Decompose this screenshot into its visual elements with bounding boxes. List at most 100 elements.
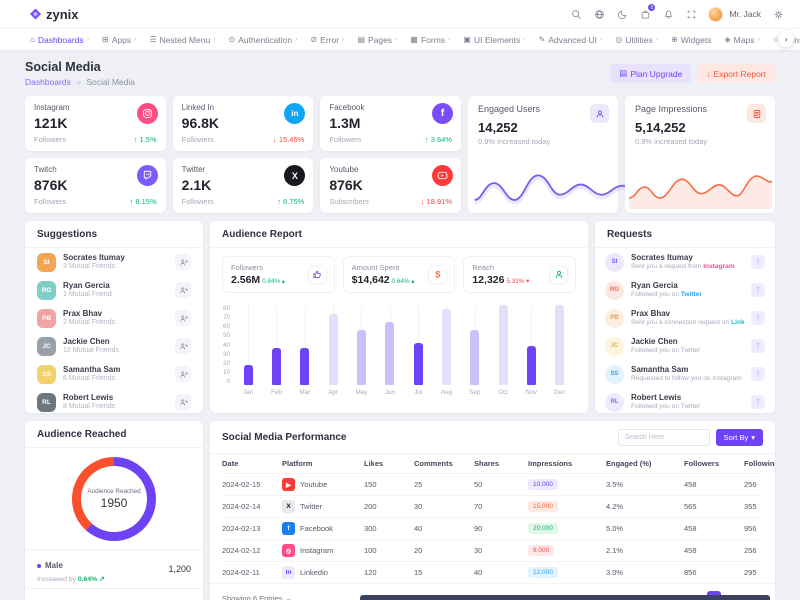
x-axis-label: Nov (517, 389, 545, 396)
platform-highlight[interactable]: LinkedIn (731, 319, 744, 326)
bar-oct[interactable] (499, 305, 508, 385)
more-options-button[interactable]: ⋮ (751, 367, 765, 381)
engaged-users-subtitle: 0.9% increased today (478, 137, 608, 146)
add-friend-button[interactable] (175, 310, 191, 326)
nav-item-error[interactable]: ⊘ Error › (310, 35, 344, 45)
column-header[interactable]: Likes (364, 459, 414, 468)
chevron-right-icon: › (87, 36, 89, 43)
app-logo[interactable]: zynix (30, 7, 79, 22)
authentication-icon: ⊙ (229, 36, 236, 44)
column-header[interactable]: Following (744, 459, 775, 468)
column-header[interactable]: Comments (414, 459, 474, 468)
fullscreen-icon[interactable] (685, 8, 697, 20)
y-axis-tick: 10 (220, 369, 230, 376)
column-header[interactable]: Engaged (%) (606, 459, 684, 468)
nav-item-widgets[interactable]: ⊕ Widgets (671, 35, 711, 45)
bar-may[interactable] (357, 330, 366, 385)
suggestion-row: SS Samantha Sam 6 Mutual Friends (25, 360, 203, 388)
legend-row-female: Female Decreased by 2.75% ↘ 750 (25, 588, 203, 600)
add-friend-button[interactable] (175, 366, 191, 382)
nav-scroll-right-icon[interactable]: › (778, 31, 794, 47)
bar-jan[interactable] (244, 365, 253, 385)
avatar: SS (37, 365, 56, 384)
bar-mar[interactable] (300, 348, 309, 385)
bar-dec[interactable] (555, 305, 564, 385)
bar-slot (234, 305, 262, 385)
add-friend-button[interactable] (175, 254, 191, 270)
utilities-icon: ◎ (615, 36, 622, 44)
request-row: SS Samantha Sam Requested to follow you … (595, 360, 775, 388)
search-icon[interactable] (570, 8, 582, 20)
table-row[interactable]: 2024-02-15 ▶Youtube 150 25 50 10,000 3.5… (222, 473, 763, 495)
more-options-button[interactable]: ⋮ (751, 339, 765, 353)
bar-aug[interactable] (442, 309, 451, 385)
nav-item-utilities[interactable]: ◎ Utilities › (615, 35, 658, 45)
column-header[interactable]: Impressions (528, 459, 606, 468)
add-friend-button[interactable] (175, 282, 191, 298)
bar-slot (489, 305, 517, 385)
sort-by-button[interactable]: Sort By▾ (716, 429, 763, 446)
bar-apr[interactable] (329, 314, 338, 385)
nav-item-advanced-ui[interactable]: ✎ Advanced UI › (539, 35, 603, 45)
nav-item-apps[interactable]: ⊞ Apps › (102, 35, 136, 45)
more-options-button[interactable]: ⋮ (751, 283, 765, 297)
more-options-button[interactable]: ⋮ (751, 395, 765, 409)
nav-item-ui-elements[interactable]: ▣ UI Elements › (463, 35, 525, 45)
table-row[interactable]: 2024-02-14 XTwitter 200 30 70 15,000 4.2… (222, 495, 763, 517)
user-icon (549, 265, 568, 284)
bar-sep[interactable] (470, 330, 479, 385)
nav-item-dashboards[interactable]: ⌂ Dashboards › (30, 35, 89, 45)
nav-item-forms[interactable]: ▦ Forms › (410, 35, 450, 45)
cart-icon[interactable]: 0 (639, 8, 651, 20)
platform-highlight[interactable]: Twitter (681, 291, 702, 298)
page-impressions-card: Page Impressions 5,14,252 0.9% increased… (625, 96, 775, 213)
main-nav: ⌂ Dashboards › ⊞ Apps › ☰ Nested Menu › … (0, 28, 800, 50)
x-axis-label: Dec (546, 389, 574, 396)
chevron-right-icon: › (395, 36, 397, 43)
column-header[interactable]: Followers (684, 459, 744, 468)
user-name[interactable]: Mr. Jack (729, 9, 761, 19)
nav-item-maps[interactable]: ◈ Maps › (724, 35, 759, 45)
column-header[interactable]: Date (222, 459, 282, 468)
bar-jul[interactable] (414, 343, 423, 385)
column-header[interactable]: Shares (474, 459, 528, 468)
more-options-button[interactable]: ⋮ (751, 311, 765, 325)
instagram-icon (137, 103, 158, 124)
language-icon[interactable] (593, 8, 605, 20)
add-friend-button[interactable] (175, 338, 191, 354)
y-axis-tick: 80 (220, 305, 230, 312)
table-row[interactable]: 2024-02-13 fFacebook 300 40 90 20,000 5.… (222, 517, 763, 539)
nav-item-pages[interactable]: ▤ Pages › (357, 35, 397, 45)
legend-row-male: Male Increased by 0.64% ↗ 1,200 (25, 549, 203, 588)
bar-nov[interactable] (527, 346, 536, 385)
add-friend-button[interactable] (175, 394, 191, 410)
table-search-input[interactable] (618, 429, 710, 446)
forms-icon: ▦ (410, 36, 418, 44)
facebook-icon: f (282, 522, 295, 535)
bar-slot (376, 305, 404, 385)
card-icon: ▤ (619, 68, 627, 79)
chevron-right-icon: › (213, 36, 215, 43)
bar-jun[interactable] (385, 322, 394, 385)
chevron-down-icon: ▾ (751, 433, 755, 442)
dark-mode-icon[interactable] (616, 8, 628, 20)
bar-feb[interactable] (272, 348, 281, 385)
column-header[interactable]: Platform (282, 459, 364, 468)
table-row[interactable]: 2024-02-12 ◎Instagram 100 20 30 8,000 2.… (222, 539, 763, 561)
horizontal-scrollbar[interactable] (360, 595, 770, 600)
platform-highlight[interactable]: Instagram (703, 263, 735, 270)
plan-upgrade-button[interactable]: ▤Plan Upgrade (610, 64, 691, 83)
x-axis-label: Oct (489, 389, 517, 396)
more-options-button[interactable]: ⋮ (751, 255, 765, 269)
breadcrumb-parent[interactable]: Dashboards (25, 77, 71, 87)
nav-item-nested-menu[interactable]: ☰ Nested Menu › (149, 35, 215, 45)
user-avatar[interactable] (708, 7, 723, 22)
nav-item-authentication[interactable]: ⊙ Authentication › (229, 35, 298, 45)
settings-gear-icon[interactable] (772, 8, 784, 20)
export-report-button[interactable]: ↓Export Report (697, 64, 775, 83)
table-row[interactable]: 2024-02-11 inLinkedin 120 15 40 12,000 3… (222, 561, 763, 583)
widgets-icon: ⊕ (671, 36, 678, 44)
avatar: RG (605, 281, 624, 300)
notifications-icon[interactable] (662, 8, 674, 20)
change-badge: ↑ 8.15% (130, 197, 157, 206)
